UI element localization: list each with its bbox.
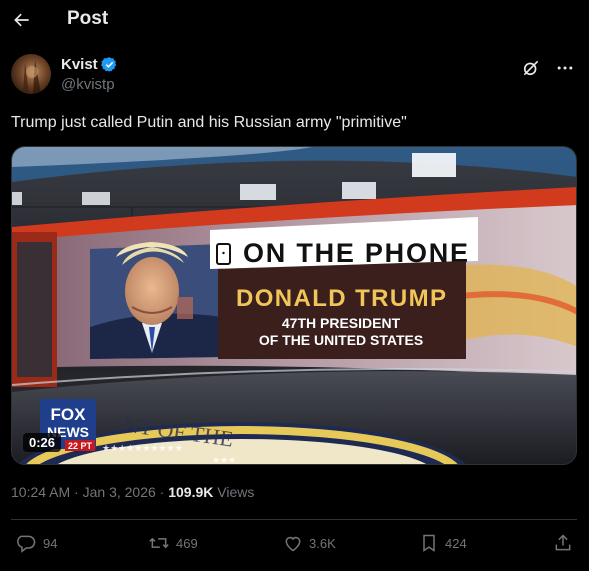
bookmark-button[interactable]: 424 [419,533,467,553]
post-meta: 10:24 AM · Jan 3, 2026 · 109.9K Views [11,484,254,500]
meta-separator: · [159,484,165,500]
network-logo-fox: FOX [51,405,87,424]
video-player[interactable]: ON THE PHONE DONALD TRUMP 47TH PRESIDENT… [11,146,577,465]
grok-icon [523,60,539,76]
video-duration-badge: 0:26 [23,433,62,452]
views-label: Views [217,484,255,500]
bookmark-count: 424 [445,535,467,551]
repost-count: 469 [176,535,198,551]
lower-third-title-line1: 47TH PRESIDENT [282,315,401,331]
repost-button[interactable]: 469 [148,533,198,553]
arrow-left-icon [14,13,29,27]
page-title: Post [67,8,109,29]
more-options-button[interactable] [555,58,575,78]
grok-button[interactable] [521,58,541,78]
back-button[interactable] [10,8,34,32]
more-icon [557,66,573,70]
meta-separator: · [74,484,79,500]
post-author: Kvist @kvistp [11,54,116,94]
share-icon [555,534,571,551]
post-top-actions [521,58,575,78]
post-header: Post [0,0,589,40]
avatar[interactable] [11,54,51,94]
video-frame: ON THE PHONE DONALD TRUMP 47TH PRESIDENT… [12,147,576,465]
repost-icon [149,537,169,549]
post-actions: 94 469 3.6K 424 [0,530,589,560]
post-text: Trump just called Putin and his Russian … [11,114,407,131]
views-count: 109.9K [168,484,214,500]
reply-count: 94 [43,535,58,551]
reply-icon [17,535,36,553]
share-button[interactable] [553,533,573,553]
svg-text:★★★: ★★★ [212,456,236,465]
svg-text:★★★★★★★★★★: ★★★★★★★★★★ [102,444,183,454]
heart-icon [285,536,301,552]
lower-third-name: DONALD TRUMP [236,285,446,312]
post-time[interactable]: 10:24 AM [11,484,70,500]
reply-button[interactable]: 94 [17,533,57,553]
like-count: 3.6K [309,535,336,551]
author-display-name[interactable]: Kvist [61,56,98,73]
author-handle[interactable]: @kvistp [61,76,261,93]
time-tag: 22 PT [68,441,93,451]
like-button[interactable]: 3.6K [283,533,336,553]
divider [11,519,577,520]
verified-badge-icon [100,57,116,72]
bookmark-icon [423,534,435,552]
post-date[interactable]: Jan 3, 2026 [83,484,156,500]
lower-third-title-line2: OF THE UNITED STATES [259,332,423,348]
